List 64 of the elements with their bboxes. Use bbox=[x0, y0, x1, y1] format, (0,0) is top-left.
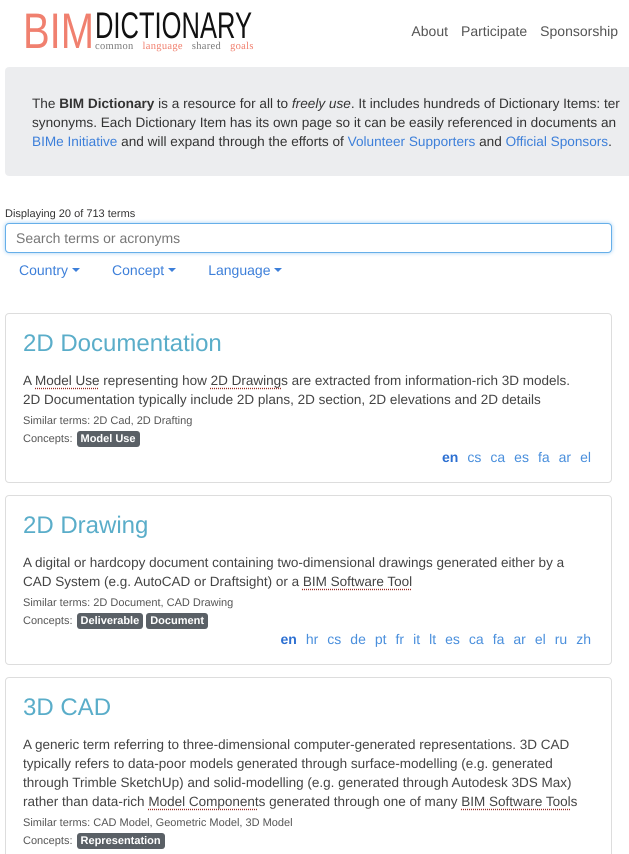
tagline-word: language bbox=[142, 41, 183, 53]
intro-link[interactable]: Official Sponsors bbox=[506, 134, 608, 149]
language-link[interactable]: de bbox=[350, 631, 366, 648]
concept-tag[interactable]: Model Use bbox=[76, 431, 140, 447]
language-link[interactable]: en bbox=[442, 449, 458, 466]
tagline-word: common bbox=[95, 41, 134, 53]
term-description: A generic term referring to three-dimensional computer-generated representations. 3D CAD typically refers to data-poor models generated through surface-modelling (e.g. generated through Trimble SketchUp) and solid-modelling (e.g. generated through Autodesk 3DS Max) rather than data-rich Model Components generated through one of many BIM Software Tools bbox=[23, 736, 578, 811]
intro-link[interactable]: Volunteer Supporters bbox=[348, 134, 476, 149]
language-link[interactable]: hr bbox=[306, 631, 318, 648]
language-link[interactable]: ar bbox=[513, 631, 526, 648]
language-link[interactable]: el bbox=[580, 449, 591, 466]
language-link[interactable]: fr bbox=[396, 631, 404, 648]
similar-terms: Similar terms: 2D Cad, 2D Drafting bbox=[23, 414, 192, 429]
term-title[interactable]: 3D CAD bbox=[23, 693, 112, 723]
similar-terms: Similar terms: CAD Model, Geometric Model, 3D Model bbox=[23, 816, 293, 831]
term-title[interactable]: 2D Drawing bbox=[23, 511, 148, 541]
term-link[interactable]: Model Use bbox=[35, 373, 100, 388]
language-link[interactable]: ca bbox=[490, 449, 506, 466]
caret-icon bbox=[274, 268, 282, 272]
filter-dropdown[interactable]: Concept bbox=[112, 260, 176, 280]
intro-link[interactable]: BIMe Initiative bbox=[32, 134, 118, 149]
language-link[interactable]: ca bbox=[468, 631, 484, 648]
results-count: Displaying 20 of 713 terms bbox=[5, 207, 136, 221]
language-link[interactable]: el bbox=[534, 631, 546, 648]
intro-paragraph: The BIM Dictionary is a resource for all to freely use. It includes hundreds of Dictionary Items: ter synonyms. Each Dictionary Item has its own page so it can be easily referenced in documents an BIMe Initiative and will expand through the efforts of Volunteer Supporters and Official Sponsors. bbox=[32, 95, 621, 151]
similar-terms: Similar terms: 2D Document, CAD Drawing bbox=[23, 596, 234, 611]
caret-icon bbox=[72, 268, 80, 272]
language-link[interactable]: fa bbox=[538, 449, 550, 466]
language-link[interactable]: ar bbox=[558, 449, 572, 466]
term-description: A Model Use representing how 2D Drawings are extracted from information-rich 3D models. 2D Documentation typically include 2D plans, 2D section, 2D elevations and 2D details bbox=[23, 372, 572, 409]
language-link[interactable]: pt bbox=[374, 631, 387, 648]
nav-link[interactable]: Participate bbox=[461, 21, 528, 41]
language-link[interactable]: en bbox=[280, 631, 297, 648]
term-link[interactable]: 2D Drawing bbox=[210, 373, 282, 388]
nav-link[interactable]: About bbox=[411, 21, 448, 41]
concepts-label: Concepts: bbox=[23, 433, 73, 445]
language-link[interactable]: ru bbox=[554, 631, 568, 648]
tagline-word: shared bbox=[192, 41, 222, 53]
term-title[interactable]: 2D Documentation bbox=[23, 329, 222, 359]
filter-dropdown[interactable]: Country bbox=[19, 260, 80, 280]
term-link[interactable]: BIM Software Tool bbox=[302, 574, 412, 589]
concept-tag[interactable]: Document bbox=[146, 613, 208, 629]
language-link[interactable]: cs bbox=[467, 449, 482, 466]
term-description: A digital or hardcopy document containing two-dimensional drawings generated either by a CAD System (e.g. AutoCAD or Draftsight) or a BIM Software Tool bbox=[23, 554, 566, 591]
language-link[interactable]: lt bbox=[429, 631, 436, 648]
logo-mark: BIM bbox=[23, 10, 94, 52]
language-link[interactable]: es bbox=[514, 449, 529, 466]
language-link[interactable]: it bbox=[413, 631, 420, 648]
caret-icon bbox=[168, 268, 176, 272]
term-link[interactable]: BIM Software Tool bbox=[461, 794, 571, 809]
logo-wordmark: DICTIONARY bbox=[95, 10, 252, 41]
concepts-label: Concepts: bbox=[23, 615, 73, 627]
language-link[interactable]: cs bbox=[327, 631, 342, 648]
language-link[interactable]: es bbox=[445, 631, 460, 648]
concept-tag[interactable]: Deliverable bbox=[76, 613, 144, 629]
tagline-word: goals bbox=[230, 41, 254, 53]
language-link[interactable]: fa bbox=[492, 631, 504, 648]
concepts-label: Concepts: bbox=[23, 835, 73, 847]
nav-link[interactable]: Sponsorship bbox=[540, 21, 618, 41]
term-link[interactable]: Model Component bbox=[148, 794, 259, 809]
concept-tag[interactable]: Representation bbox=[76, 833, 165, 849]
search-field[interactable]: Search terms or acronyms bbox=[5, 223, 612, 253]
language-link[interactable]: zh bbox=[576, 631, 591, 648]
filter-dropdown[interactable]: Language bbox=[208, 260, 282, 280]
